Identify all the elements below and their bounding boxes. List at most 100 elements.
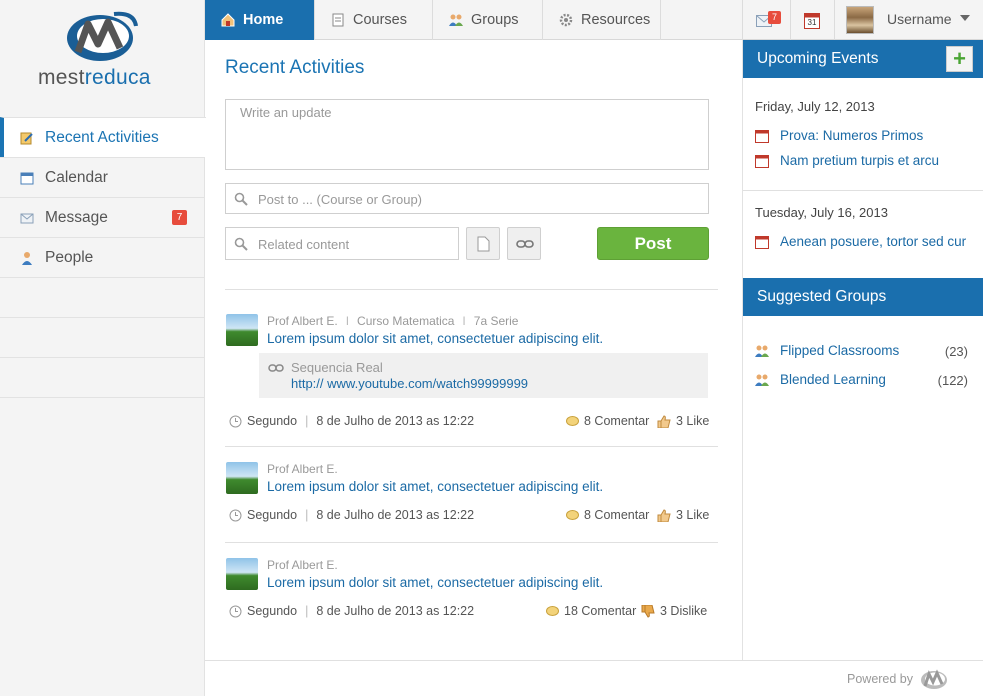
tab-groups[interactable]: Groups — [433, 0, 543, 40]
calendar-icon — [755, 129, 769, 143]
page-title: Recent Activities — [225, 57, 365, 78]
post-footer: Segundo | 8 de Julho de 2013 as 12:22 — [229, 414, 474, 428]
related-content-input[interactable]: Related content — [225, 227, 459, 260]
tab-courses[interactable]: Courses — [315, 0, 433, 40]
like-count: 3 Like — [676, 414, 710, 428]
dislike-button[interactable]: 3 Dislike — [641, 604, 707, 618]
suggested-groups-title: Suggested Groups — [757, 288, 887, 305]
post-grade[interactable]: 7a Serie — [474, 314, 519, 328]
logo[interactable]: mestreduca — [0, 0, 205, 115]
event-item[interactable]: Prova: Numeros Primos — [755, 128, 923, 143]
like-button[interactable]: 3 Like — [657, 508, 709, 522]
tab-resources[interactable]: Resources — [543, 0, 661, 40]
post-footer: Segundo | 8 de Julho de 2013 as 12:22 — [229, 604, 474, 618]
calendar-button[interactable]: 31 — [804, 11, 820, 29]
footer: Powered by — [205, 660, 983, 696]
upcoming-events-title: Upcoming Events — [757, 50, 879, 67]
sidebar-item-people[interactable]: People — [0, 237, 205, 277]
post-author[interactable]: Prof Albert E. — [267, 314, 338, 328]
divider — [225, 446, 718, 447]
dislike-count: 3 Dislike — [660, 604, 708, 618]
post-day: Segundo — [247, 604, 298, 618]
comment-count: 8 Comentar — [584, 508, 650, 522]
chevron-down-icon — [960, 15, 970, 21]
mail-badge: 7 — [768, 11, 781, 24]
edit-icon — [20, 131, 34, 145]
update-textarea[interactable]: Write an update — [225, 99, 709, 170]
avatar — [846, 6, 874, 34]
comment-button[interactable]: 8 Comentar — [566, 414, 649, 428]
post-attachment[interactable]: Sequencia Real http:// www.youtube.com/w… — [259, 353, 708, 398]
like-button[interactable]: 3 Like — [657, 414, 709, 428]
group-item[interactable]: Blended Learning — [755, 372, 886, 387]
sidebar-empty-row — [0, 317, 205, 357]
logo-icon[interactable] — [920, 668, 950, 690]
post-button[interactable]: Post — [597, 227, 709, 260]
group-member-count: (122) — [937, 373, 968, 388]
attach-link-button[interactable] — [507, 227, 541, 260]
event-title: Aenean posuere, tortor sed cur — [780, 234, 967, 249]
envelope-icon — [20, 211, 34, 225]
update-placeholder: Write an update — [240, 105, 332, 120]
username: Username — [887, 11, 952, 27]
speech-bubble-icon — [566, 509, 579, 522]
group-icon — [755, 344, 769, 358]
calendar-icon — [755, 154, 769, 168]
attach-file-button[interactable] — [466, 227, 500, 260]
comment-count: 8 Comentar — [584, 414, 650, 428]
divider — [225, 289, 718, 290]
sidebar-item-label: Message — [45, 208, 108, 226]
group-member-count: (23) — [944, 344, 968, 359]
post-day: Segundo — [247, 508, 298, 522]
comment-button[interactable]: 18 Comentar — [546, 604, 636, 618]
home-icon — [221, 13, 235, 27]
post-course[interactable]: Curso Matematica — [357, 314, 454, 328]
group-item[interactable]: Flipped Classrooms — [755, 343, 899, 358]
post-date: 8 de Julho de 2013 as 12:22 — [316, 414, 475, 428]
event-item[interactable]: Nam pretium turpis et arcu — [755, 153, 939, 168]
comment-button[interactable]: 8 Comentar — [566, 508, 649, 522]
link-icon — [268, 364, 284, 372]
group-name: Flipped Classrooms — [780, 343, 900, 358]
sidebar-item-calendar[interactable]: Calendar — [0, 157, 205, 197]
message-count-badge: 7 — [172, 210, 187, 225]
post-text: Lorem ipsum dolor sit amet, consectetuer… — [267, 331, 604, 346]
event-date: Friday, July 12, 2013 — [755, 99, 875, 114]
event-title: Prova: Numeros Primos — [780, 128, 924, 143]
related-content-placeholder: Related content — [258, 237, 350, 252]
attachment-link[interactable]: http:// www.youtube.com/watch99999999 — [291, 376, 528, 391]
person-icon — [20, 251, 34, 265]
comment-count: 18 Comentar — [564, 604, 637, 618]
group-name: Blended Learning — [780, 372, 886, 387]
speech-bubble-icon — [546, 605, 559, 618]
clock-icon — [229, 509, 242, 522]
mail-notification-button[interactable]: 7 — [756, 11, 786, 31]
logo-icon — [67, 11, 138, 61]
user-menu[interactable]: Username — [835, 0, 983, 40]
post-text: Lorem ipsum dolor sit amet, consectetuer… — [267, 479, 604, 494]
sidebar-item-label: Calendar — [45, 168, 108, 186]
post-author[interactable]: Prof Albert E. — [267, 462, 338, 476]
sidebar-empty-row — [0, 277, 205, 317]
sidebar: mestreduca Recent Activities Calendar Me… — [0, 0, 206, 696]
clock-icon — [229, 605, 242, 618]
add-event-button[interactable]: + — [946, 46, 973, 72]
thumbs-up-icon — [657, 508, 671, 522]
sidebar-item-message[interactable]: Message 7 — [0, 197, 205, 237]
nav-divider — [790, 0, 791, 40]
post-footer: Segundo | 8 de Julho de 2013 as 12:22 — [229, 508, 474, 522]
tab-home[interactable]: Home — [205, 0, 315, 40]
post-avatar[interactable] — [226, 558, 258, 590]
sidebar-divider — [0, 397, 205, 398]
event-item[interactable]: Aenean posuere, tortor sed cur — [755, 234, 981, 249]
sidebar-item-recent-activities[interactable]: Recent Activities — [0, 117, 206, 157]
post-avatar[interactable] — [226, 314, 258, 346]
post-avatar[interactable] — [226, 462, 258, 494]
thumbs-down-icon — [641, 604, 655, 618]
calendar-icon — [20, 171, 34, 185]
post-to-input[interactable]: Post to ... (Course or Group) — [225, 183, 709, 214]
document-icon — [477, 236, 490, 252]
like-count: 3 Like — [676, 508, 710, 522]
attachment-title: Sequencia Real — [291, 360, 383, 375]
post-author[interactable]: Prof Albert E. — [267, 558, 338, 572]
